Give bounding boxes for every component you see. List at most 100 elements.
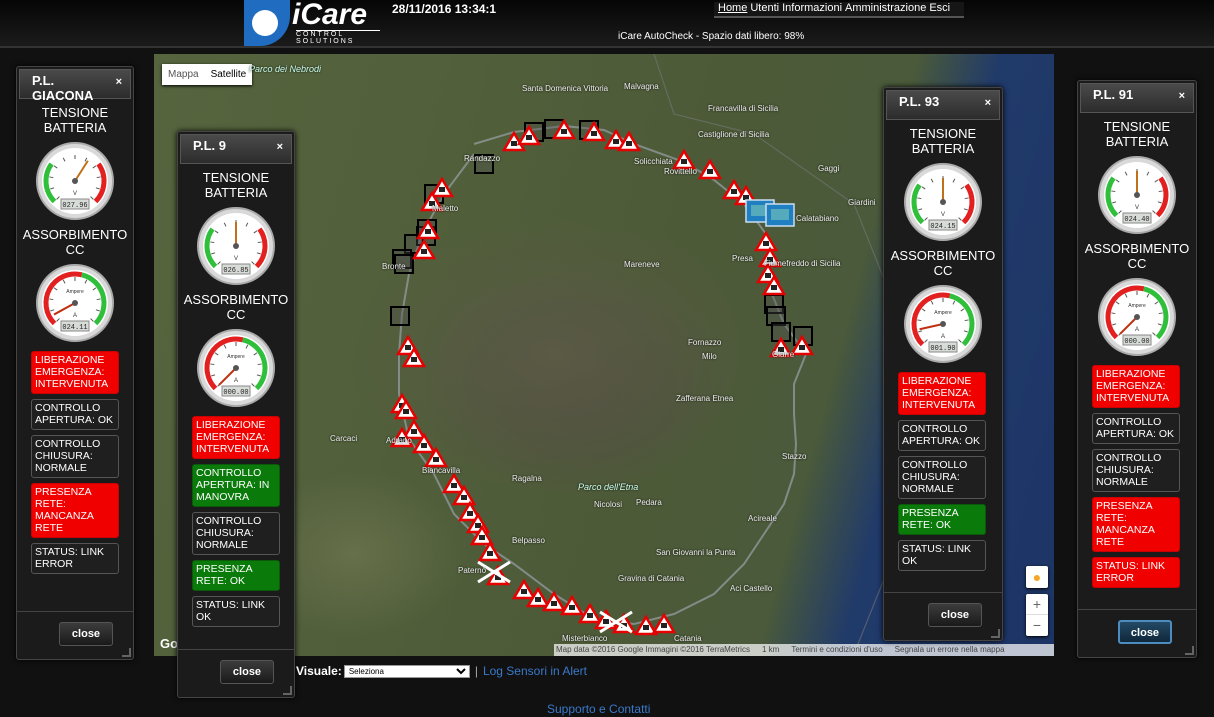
panel-title-bar[interactable]: P.L. 9 × bbox=[180, 134, 292, 164]
resize-grip-icon[interactable] bbox=[1185, 646, 1194, 655]
panel-pl-9: P.L. 9 × TENSIONE BATTERIA V 026.85 ASSORBIME… bbox=[177, 131, 295, 698]
zoom-control: + − bbox=[1026, 594, 1048, 636]
nav-esci[interactable]: Esci bbox=[929, 2, 950, 14]
map-label: Mareneve bbox=[624, 260, 660, 269]
gauge-readout: 026.85 bbox=[223, 267, 248, 275]
logo-brand: iCare bbox=[292, 0, 368, 31]
map-label: Pedara bbox=[636, 498, 662, 507]
terms-link[interactable]: Termini e condizioni d'uso bbox=[791, 645, 882, 654]
map-label: Bronte bbox=[382, 262, 406, 271]
level-crossing-warning-icon[interactable] bbox=[541, 590, 567, 612]
sensor-box-icon[interactable] bbox=[390, 306, 410, 326]
map-label: Gaggi bbox=[818, 164, 840, 173]
status-badge: STATUS: LINK OK bbox=[898, 540, 986, 571]
panel-pl-91: P.L. 91 × TENSIONE BATTERIA V 024.40 ASSORBIM… bbox=[1077, 80, 1197, 658]
map-label: Zafferana Etnea bbox=[676, 394, 734, 403]
map-label: Giardini bbox=[848, 198, 876, 207]
gauge-caption: Ampere bbox=[934, 310, 952, 316]
map-label: Parco dei Nebrodi bbox=[249, 64, 322, 74]
close-button[interactable]: close bbox=[220, 660, 274, 684]
panel-title-bar[interactable]: P.L. 93 × bbox=[886, 90, 1000, 120]
map-label: Rovittello bbox=[664, 167, 697, 176]
gauge-caption: Ampere bbox=[66, 289, 84, 295]
battery-voltage-gauge: V 024.40 bbox=[1098, 156, 1176, 234]
battery-voltage-label: TENSIONE BATTERIA bbox=[41, 105, 109, 135]
map-label: Presa bbox=[732, 254, 753, 263]
gauge-readout: 024.40 bbox=[1124, 216, 1149, 224]
nav-home[interactable]: Home bbox=[718, 2, 747, 14]
map-type-satellite[interactable]: Satellite bbox=[205, 64, 253, 85]
status-badge: LIBERAZIONE EMERGENZA: INTERVENUTA bbox=[1092, 365, 1180, 408]
panel-title: P.L. 91 bbox=[1093, 87, 1134, 102]
log-sensori-link[interactable]: Log Sensori in Alert bbox=[483, 664, 587, 678]
close-button[interactable]: close bbox=[1118, 620, 1172, 644]
gauge-unit: V bbox=[73, 191, 77, 197]
panel-footer: close bbox=[884, 592, 1002, 640]
gauge-readout: 000.00 bbox=[223, 389, 248, 397]
map-label: Carcaci bbox=[330, 434, 358, 443]
map-label: Belpasso bbox=[512, 536, 545, 545]
nav-amministrazione[interactable]: Amministrazione bbox=[845, 2, 926, 14]
panel-title-bar[interactable]: P.L. GIACONA × bbox=[19, 69, 131, 103]
map-label: Ragalna bbox=[512, 474, 542, 483]
nav-informazioni[interactable]: Informazioni bbox=[782, 2, 842, 14]
status-badge: STATUS: LINK ERROR bbox=[1092, 557, 1180, 588]
close-icon[interactable]: × bbox=[116, 76, 122, 88]
panel-pl-93: P.L. 93 × TENSIONE BATTERIA V 024.15 ASSORBIM… bbox=[883, 87, 1003, 641]
level-crossing-warning-icon[interactable] bbox=[559, 594, 585, 616]
gauge-unit: V bbox=[234, 256, 238, 262]
pegman-icon[interactable]: ● bbox=[1026, 566, 1048, 588]
level-crossing-warning-icon[interactable] bbox=[753, 230, 779, 252]
level-crossing-warning-icon[interactable] bbox=[511, 578, 537, 600]
status-badge: CONTROLLO CHIUSURA: NORMALE bbox=[1092, 449, 1180, 492]
report-error-link[interactable]: Segnala un errore nella mappa bbox=[895, 645, 1005, 654]
map-label: Malvagna bbox=[624, 82, 659, 91]
gauge-unit: V bbox=[941, 212, 945, 218]
map-type-mappa[interactable]: Mappa bbox=[162, 64, 205, 85]
panel-pl-giacona: P.L. GIACONA × TENSIONE BATTERIA V 027.96 ASS… bbox=[16, 66, 134, 660]
battery-voltage-gauge: V 026.85 bbox=[197, 207, 275, 285]
support-link[interactable]: Supporto e Contatti bbox=[547, 702, 650, 716]
map-label: Aci Castello bbox=[730, 584, 773, 593]
zoom-in-button[interactable]: + bbox=[1026, 594, 1048, 615]
device-icon[interactable] bbox=[765, 203, 795, 227]
gauge-readout: 024.11 bbox=[62, 324, 87, 332]
status-badge: CONTROLLO CHIUSURA: NORMALE bbox=[192, 512, 280, 555]
map-label: Stazzo bbox=[782, 452, 807, 461]
status-badge: LIBERAZIONE EMERGENZA: INTERVENUTA bbox=[31, 351, 119, 394]
level-crossing-warning-icon[interactable] bbox=[441, 472, 467, 494]
scale-label: 1 km bbox=[761, 645, 780, 654]
map-label: Fiumefreddo di Sicilia bbox=[764, 259, 841, 268]
close-button[interactable]: close bbox=[59, 622, 113, 646]
close-icon[interactable]: × bbox=[985, 97, 991, 109]
map-label: Gravina di Catania bbox=[618, 574, 685, 583]
nav-utenti[interactable]: Utenti bbox=[750, 2, 779, 14]
resize-grip-icon[interactable] bbox=[283, 686, 292, 695]
gauge-readout: 027.96 bbox=[62, 202, 87, 210]
close-icon[interactable]: × bbox=[277, 141, 283, 153]
close-icon[interactable]: × bbox=[1179, 90, 1185, 102]
resize-grip-icon[interactable] bbox=[122, 648, 131, 657]
attribution-text: Map data ©2016 Google Immagini ©2016 Ter… bbox=[556, 645, 750, 654]
panel-footer: close bbox=[17, 611, 133, 659]
visual-select[interactable]: Seleziona bbox=[343, 665, 470, 679]
map-label: Paternò bbox=[458, 566, 487, 575]
resize-grip-icon[interactable] bbox=[991, 629, 1000, 638]
map-label: Misterbianco bbox=[562, 634, 608, 643]
map-label: Maletto bbox=[432, 204, 459, 213]
level-crossing-warning-icon[interactable] bbox=[697, 158, 723, 180]
zoom-out-button[interactable]: − bbox=[1026, 615, 1048, 636]
current-gauge: Ampere A 000.00 bbox=[1098, 278, 1176, 356]
visual-label: Visuale: bbox=[296, 664, 342, 678]
close-button[interactable]: close bbox=[928, 603, 982, 627]
map-label: Castiglione di Sicilia bbox=[698, 130, 770, 139]
map-label: Randazzo bbox=[464, 154, 501, 163]
panel-title-bar[interactable]: P.L. 91 × bbox=[1080, 83, 1194, 113]
map-label: Santa Domenica Vittoria bbox=[522, 84, 609, 93]
map-label: Solicchiata bbox=[634, 157, 673, 166]
status-badge: PRESENZA RETE: MANCANZA RETE bbox=[31, 483, 119, 538]
gauge-caption: Ampere bbox=[1128, 303, 1146, 309]
icare-logo: iCare CONTROL SOLUTIONS bbox=[244, 0, 380, 46]
status-badge: LIBERAZIONE EMERGENZA: INTERVENUTA bbox=[192, 416, 280, 459]
current-gauge: Ampere A 000.00 bbox=[197, 329, 275, 407]
